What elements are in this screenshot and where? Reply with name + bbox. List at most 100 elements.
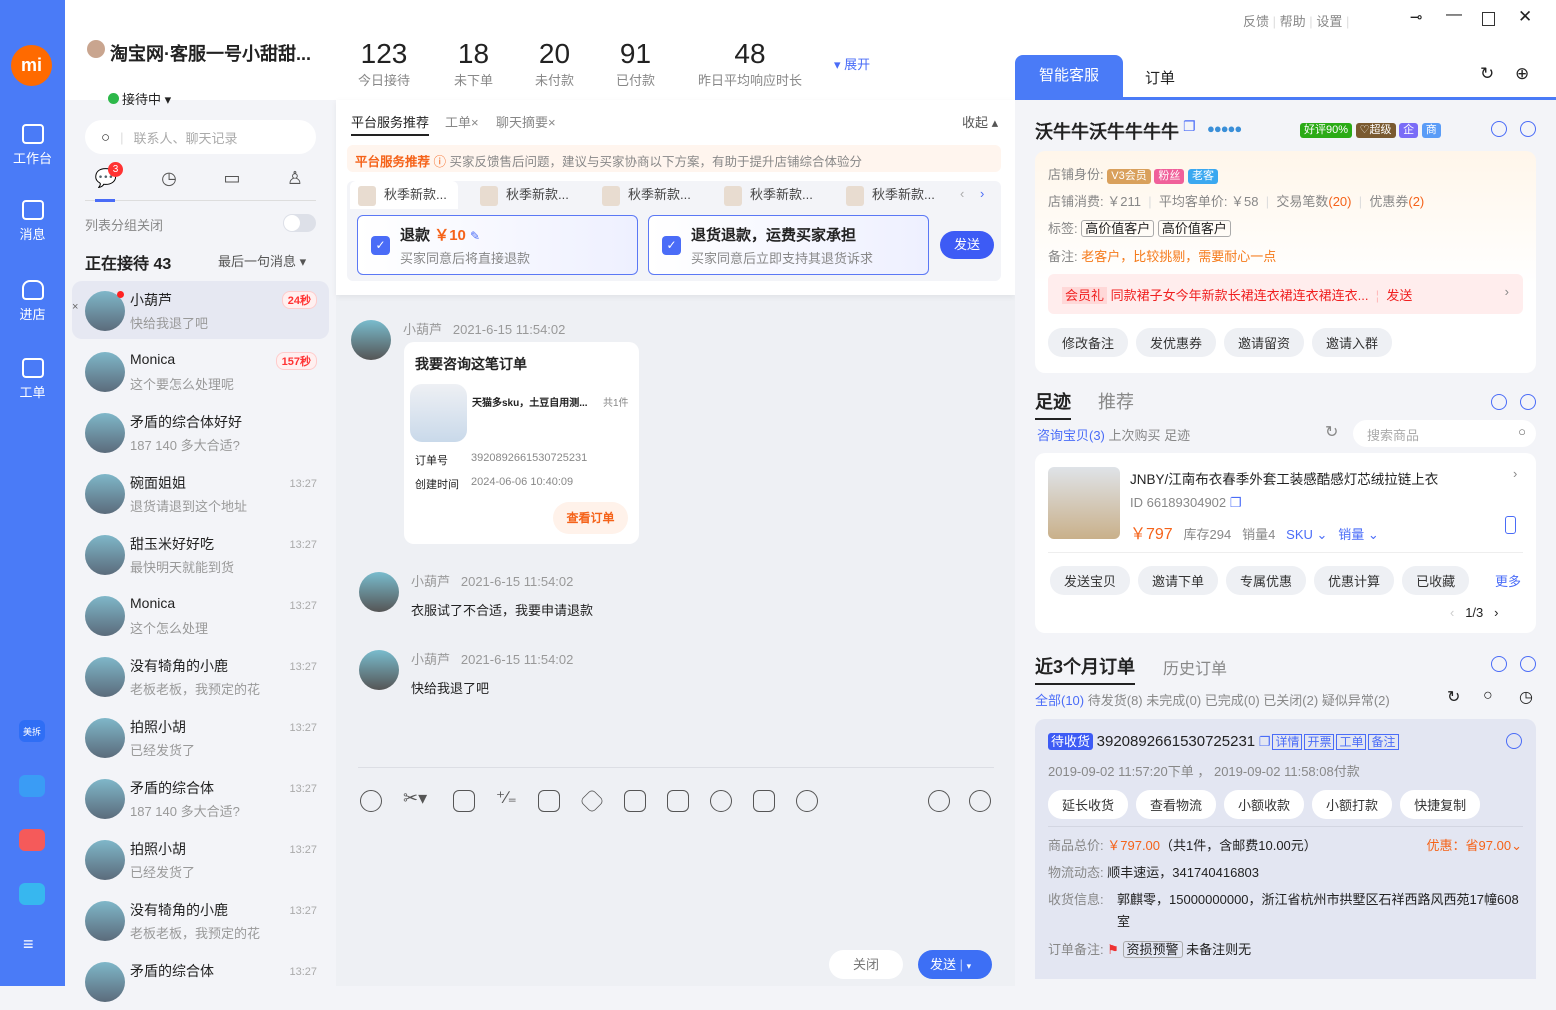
filter-complete[interactable]: 已完成(0) (1205, 693, 1260, 708)
small-pay-button[interactable]: 小额打款 (1312, 790, 1393, 819)
copy-icon[interactable]: ❐ (1183, 118, 1196, 135)
tab-chats[interactable]: 💬 3 (94, 162, 123, 192)
filter-abnormal[interactable]: 疑似异常(2) (1322, 693, 1390, 708)
emoji-icon[interactable] (360, 790, 382, 812)
group-toggle[interactable] (283, 214, 316, 232)
edit-icon[interactable]: ✎ (470, 229, 480, 243)
close-window-icon[interactable]: ✕ (1518, 7, 1532, 27)
more-button[interactable]: 更多 (1495, 571, 1521, 590)
product-title[interactable]: JNBY/江南布衣春季外套工装感酷感灯芯绒拉链上衣 (1130, 468, 1438, 488)
extend-receipt-button[interactable]: 延长收货 (1048, 790, 1129, 819)
maximize-icon[interactable] (1482, 12, 1495, 26)
copy-icon[interactable]: ❐ (1259, 734, 1271, 749)
tab-recent-orders[interactable]: 近3个月订单 (1035, 653, 1136, 685)
close-icon[interactable]: × (72, 301, 78, 313)
refresh-icon[interactable]: ↻ (1447, 687, 1460, 707)
location-search-icon[interactable] (796, 790, 818, 812)
filter-last-purchase[interactable]: 上次购买 (1109, 428, 1161, 443)
product-tab[interactable]: 秋季新款... (602, 184, 691, 206)
contact-item[interactable]: 拍照小胡 已经发货了 13:27 (72, 830, 329, 888)
collapse-up-icon[interactable] (1506, 733, 1522, 749)
product-tab[interactable]: 秋季新款... (846, 184, 935, 206)
status-dropdown[interactable]: 接待中 ▾ (108, 89, 171, 108)
settings-icon[interactable] (1520, 394, 1536, 410)
scheduled-message-icon[interactable] (969, 790, 991, 812)
discount-tag-icon[interactable] (579, 788, 605, 814)
video-icon[interactable] (753, 790, 775, 812)
mobile-icon[interactable] (1505, 516, 1516, 534)
contact-item[interactable]: Monica 这个要怎么处理呢 157秒 (72, 342, 329, 400)
app-printer-icon[interactable] (19, 829, 45, 851)
help-icon[interactable]: ⓘ (430, 155, 449, 169)
next-page-icon[interactable]: › (1494, 605, 1498, 620)
product-tab[interactable]: 秋季新款... (724, 184, 813, 206)
search-icon[interactable]: ○ (1518, 424, 1526, 439)
app-robot-icon[interactable] (19, 775, 45, 797)
tab-recommend[interactable]: 推荐 (1098, 388, 1134, 414)
add-product-icon[interactable] (667, 790, 689, 812)
quick-copy-button[interactable]: 快捷复制 (1400, 790, 1481, 819)
calculator-icon[interactable]: ⁺∕₌ (496, 788, 517, 808)
tab-history-orders[interactable]: 历史订单 (1163, 655, 1227, 679)
contact-item[interactable]: 没有犄角的小鹿 老板老板，我预定的花 13:27 (72, 647, 329, 705)
contact-item[interactable]: 甜玉米好好吃 最快明天就能到货 13:27 (72, 525, 329, 583)
checkbox-checked-icon[interactable]: ✓ (371, 236, 390, 255)
forward-icon[interactable] (928, 790, 950, 812)
filter-all[interactable]: 全部(10) (1035, 693, 1084, 708)
collapse-button[interactable]: 收起 ▴ (962, 112, 998, 131)
invoice-link[interactable]: 开票 (1304, 734, 1335, 750)
scissors-icon[interactable]: ✂▾ (403, 788, 427, 809)
filter-incomplete[interactable]: 未完成(0) (1146, 693, 1201, 708)
help-link[interactable]: 帮助 (1280, 14, 1306, 29)
sort-dropdown[interactable]: 最后一句消息 ▾ (218, 251, 306, 270)
clock-icon[interactable]: ◷ (1519, 687, 1533, 707)
search-icon[interactable]: ○ (1483, 687, 1493, 705)
tab-summary[interactable]: 聊天摘要× (496, 112, 556, 131)
refresh-icon[interactable]: ↻ (1325, 422, 1338, 442)
prev-icon[interactable]: ‹ (960, 186, 964, 201)
tab-history[interactable]: ◷ (157, 168, 181, 192)
view-order-button[interactable]: 查看订单 (553, 502, 628, 534)
product-tab[interactable]: 秋季新款... (480, 184, 569, 206)
option-return-refund[interactable]: ✓ 退货退款，运费买家承担 买家同意后立即支持其退货诉求 (648, 215, 929, 275)
filter-consulted[interactable]: 咨询宝贝(3) (1037, 428, 1105, 443)
invite-order-button[interactable]: 邀请下单 (1138, 566, 1219, 595)
remark-link[interactable]: 备注 (1368, 734, 1399, 750)
settings-icon[interactable] (1520, 656, 1536, 672)
upload-icon[interactable] (453, 790, 475, 812)
collapse-up-icon[interactable] (1491, 394, 1507, 410)
pin-icon[interactable]: ⊸ (1410, 8, 1423, 26)
price-change-icon[interactable] (538, 790, 560, 812)
minimize-icon[interactable]: — (1446, 6, 1462, 24)
tab-contacts[interactable]: ♙ (283, 168, 307, 192)
add-circle-icon[interactable]: ⊕ (1515, 64, 1529, 84)
feedback-link[interactable]: 反馈 (1243, 14, 1269, 29)
tab-smart-service[interactable]: 智能客服 (1015, 55, 1123, 97)
contact-item[interactable]: 矛盾的综合体 187 140 多大合适? 13:27 (72, 769, 329, 827)
send-coupon-button[interactable]: 发优惠券 (1136, 328, 1217, 357)
nav-messages[interactable]: 消息 (0, 200, 65, 243)
contact-item[interactable]: 矛盾的综合体好好 187 140 多大合适? (72, 403, 329, 461)
collapse-up-icon[interactable] (1491, 121, 1507, 137)
contact-item[interactable]: 矛盾的综合体 13:27 (72, 952, 329, 1010)
settings-link[interactable]: 设置 (1316, 14, 1342, 29)
filter-closed[interactable]: 已关闭(2) (1263, 693, 1318, 708)
rec-send-button[interactable]: 发送 (940, 231, 994, 259)
product-search-input[interactable]: 搜索商品 ○ (1353, 420, 1536, 447)
expand-button[interactable]: ▾ 展开 (834, 54, 870, 73)
contact-item[interactable]: 没有犄角的小鹿 老板老板，我预定的花 13:27 (72, 891, 329, 949)
app-meichai[interactable]: 美拆 (19, 720, 45, 742)
close-button[interactable]: 关闭 (829, 950, 903, 979)
headset-icon[interactable] (710, 790, 732, 812)
sales-dropdown[interactable]: 销量 ⌄ (1338, 527, 1379, 542)
refresh-icon[interactable]: ↻ (1480, 64, 1494, 84)
checkbox-checked-icon[interactable]: ✓ (662, 236, 681, 255)
tab-ticket[interactable]: 工单× (445, 112, 479, 131)
discount-calc-button[interactable]: 优惠计算 (1314, 566, 1395, 595)
invite-group-button[interactable]: 邀请入群 (1312, 328, 1393, 357)
settings-icon[interactable] (1520, 121, 1536, 137)
filter-footprint[interactable]: 足迹 (1164, 428, 1190, 443)
gift-send-button[interactable]: 发送 (1386, 288, 1412, 303)
app-whale-icon[interactable] (19, 883, 45, 905)
caret-down-icon[interactable]: ▾ (967, 961, 972, 971)
